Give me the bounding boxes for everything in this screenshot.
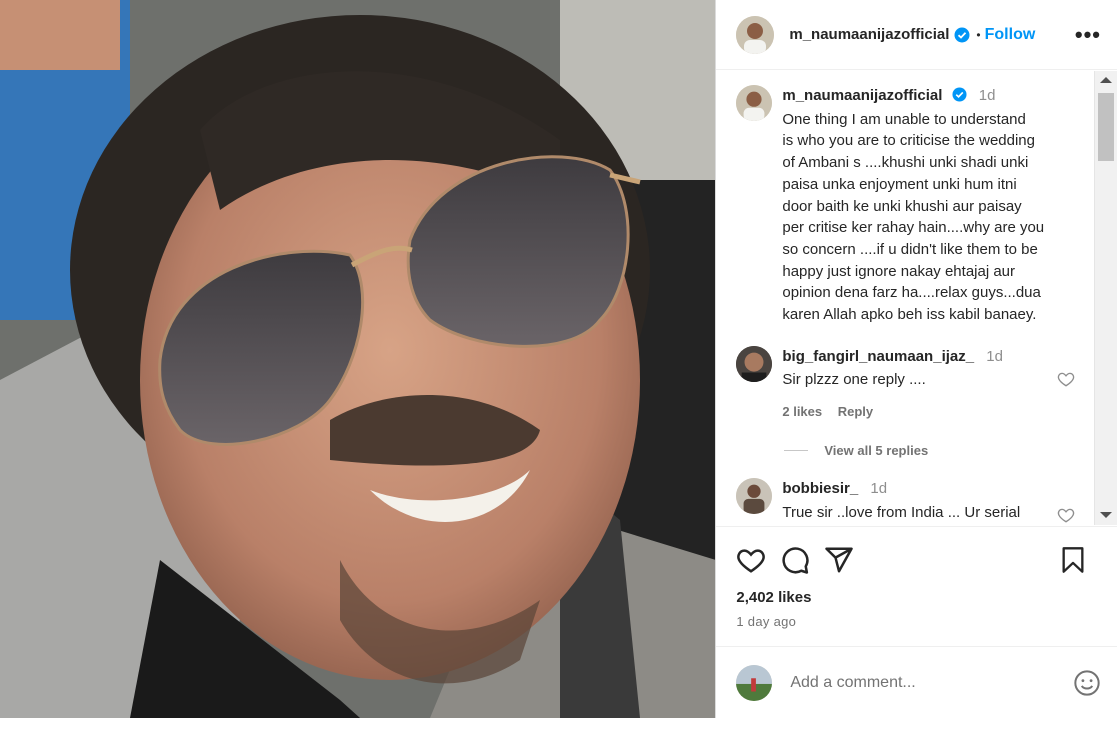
avatar-image <box>736 15 775 54</box>
avatar-image <box>736 85 773 121</box>
comment-time: 1d <box>986 347 1003 365</box>
post-time[interactable]: 1 day ago <box>736 614 1117 629</box>
avatar-image <box>736 345 773 382</box>
verified-badge-icon <box>954 27 970 42</box>
view-replies-button[interactable]: View all 5 replies <box>784 443 1095 458</box>
share-icon[interactable] <box>824 545 854 575</box>
viewer-avatar <box>736 664 773 701</box>
reply-button[interactable]: Reply <box>838 404 873 419</box>
comment-likes[interactable]: 2 likes <box>782 404 822 419</box>
view-replies-label[interactable]: View all 5 replies <box>824 443 928 458</box>
commenter-avatar[interactable] <box>736 345 773 382</box>
caption-line: opinion dena farz ha....relax guys...dua <box>782 284 1041 302</box>
emoji-icon[interactable] <box>1073 669 1101 697</box>
caption-time: 1d <box>978 87 996 104</box>
comment-username[interactable]: bobbiesir_ <box>782 480 858 497</box>
more-icon[interactable]: ••• <box>1075 23 1101 45</box>
caption-line: so concern ....if u didn't like them to … <box>782 240 1038 258</box>
author-avatar[interactable] <box>736 15 775 54</box>
post-viewer: m_naumaanijazofficial • Follow ••• m_nau… <box>0 0 1117 718</box>
post-actions: 2,402 likes 1 day ago <box>716 526 1117 647</box>
caption-line: of Ambani s ....khushi unki shadi unki <box>782 154 1029 172</box>
add-comment-bar <box>716 646 1117 718</box>
caption-text: One thing I am unable to understand is w… <box>782 109 1072 326</box>
post-header: m_naumaanijazofficial • Follow ••• <box>716 0 1117 70</box>
caption-line: karen Allah apko beh iss kabil banaey. <box>782 306 1037 324</box>
replies-line <box>784 449 809 451</box>
comment-input[interactable] <box>788 672 1073 693</box>
heart-icon[interactable] <box>736 545 766 575</box>
comment-item: bobbiesir_ 1d True sir ..love from India… <box>716 458 1095 523</box>
comments-scrollbar[interactable] <box>1094 71 1117 525</box>
post-panel: m_naumaanijazofficial • Follow ••• m_nau… <box>715 0 1117 718</box>
comment-text: True sir ..love from India ... Ur serial <box>782 503 1021 521</box>
scroll-up-arrow[interactable] <box>1100 77 1112 83</box>
avatar-image <box>736 477 773 514</box>
follow-button[interactable]: Follow <box>985 26 1036 44</box>
separator-dot: • <box>976 27 981 42</box>
scroll-thumb[interactable] <box>1098 93 1114 161</box>
caption-line: paisa unka enjoyment unki hum itni <box>782 175 1017 193</box>
comment-time: 1d <box>870 479 888 497</box>
verified-badge-icon <box>952 87 967 102</box>
post-photo[interactable] <box>0 0 716 718</box>
comments-list[interactable]: m_naumaanijazofficial 1d One thing I am … <box>716 71 1095 525</box>
action-icons <box>716 527 1117 575</box>
scroll-down-arrow[interactable] <box>1100 512 1112 518</box>
caption: m_naumaanijazofficial 1d One thing I am … <box>716 71 1095 326</box>
comment-like-icon[interactable] <box>1057 506 1075 524</box>
likes-count[interactable]: 2,402 likes <box>736 589 1117 606</box>
page-bottom <box>0 718 1117 734</box>
bookmark-icon[interactable] <box>1059 545 1087 575</box>
comment-item: big_fangirl_naumaan_ijaz_ 1d Sir plzzz o… <box>716 326 1095 423</box>
caption-line: happy just ignore nakay ehtajaj aur <box>782 262 1016 280</box>
comment-text: Sir plzzz one reply .... <box>782 371 926 389</box>
comment-like-icon[interactable] <box>1057 370 1075 388</box>
comment-username[interactable]: big_fangirl_naumaan_ijaz_ <box>782 348 974 365</box>
author-username[interactable]: m_naumaanijazofficial <box>789 26 949 43</box>
caption-line: per critise ker rahay hain....why are yo… <box>782 219 1045 237</box>
caption-line: is who you are to criticise the wedding <box>782 132 1035 150</box>
commenter-avatar[interactable] <box>736 477 773 514</box>
caption-line: One thing I am unable to understand <box>782 110 1026 128</box>
caption-line: door baith ke unki khushi aur paisay <box>782 197 1022 215</box>
comment-meta: 2 likes Reply <box>782 401 1095 423</box>
caption-avatar[interactable] <box>736 85 773 121</box>
post-image <box>0 0 716 718</box>
caption-username[interactable]: m_naumaanijazofficial <box>782 87 942 104</box>
avatar-image <box>736 664 773 701</box>
comment-icon[interactable] <box>780 545 810 575</box>
